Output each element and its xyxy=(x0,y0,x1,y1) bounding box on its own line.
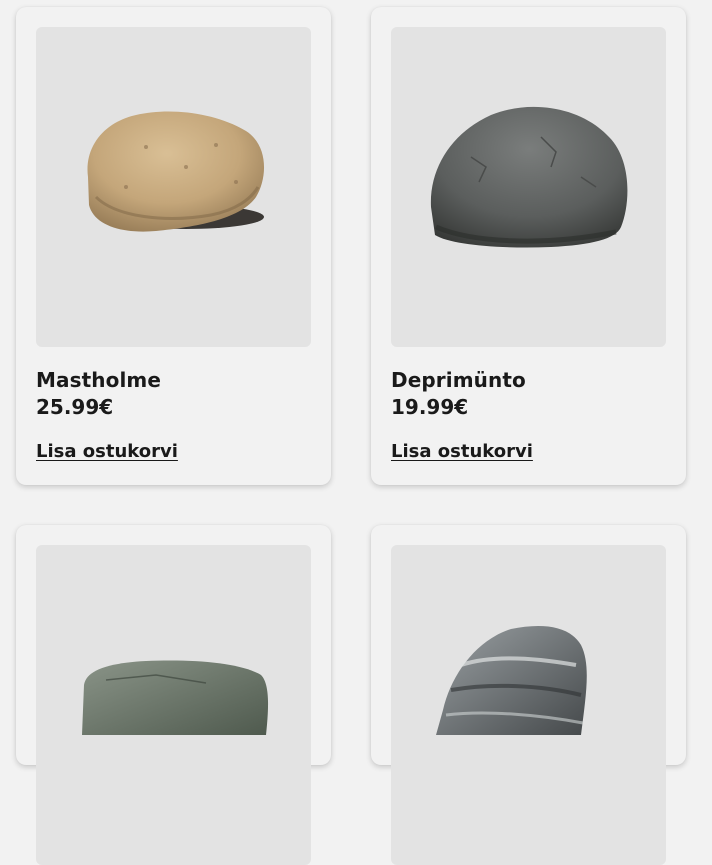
dark-grey-boulder-image xyxy=(430,106,628,248)
add-to-cart-link[interactable]: Lisa ostukorvi xyxy=(36,440,178,464)
product-name[interactable]: Deprimünto xyxy=(391,367,526,393)
product-name[interactable]: Mastholme xyxy=(36,367,161,393)
product-card: Deprimünto 19.99€ Lisa ostukorvi xyxy=(371,7,686,485)
banded-grey-rock-image xyxy=(436,626,587,735)
product-image[interactable] xyxy=(36,545,311,865)
product-card xyxy=(371,525,686,865)
tan-granite-rock-image xyxy=(87,111,265,232)
product-card: Mastholme 25.99€ Lisa ostukorvi xyxy=(16,7,331,485)
product-price: 19.99€ xyxy=(391,395,469,419)
flat-green-stone-image xyxy=(82,660,269,735)
product-image[interactable] xyxy=(391,545,666,865)
product-price: 25.99€ xyxy=(36,395,114,419)
product-image[interactable] xyxy=(391,27,666,347)
add-to-cart-link[interactable]: Lisa ostukorvi xyxy=(391,440,533,464)
product-card xyxy=(16,525,331,865)
product-image[interactable] xyxy=(36,27,311,347)
